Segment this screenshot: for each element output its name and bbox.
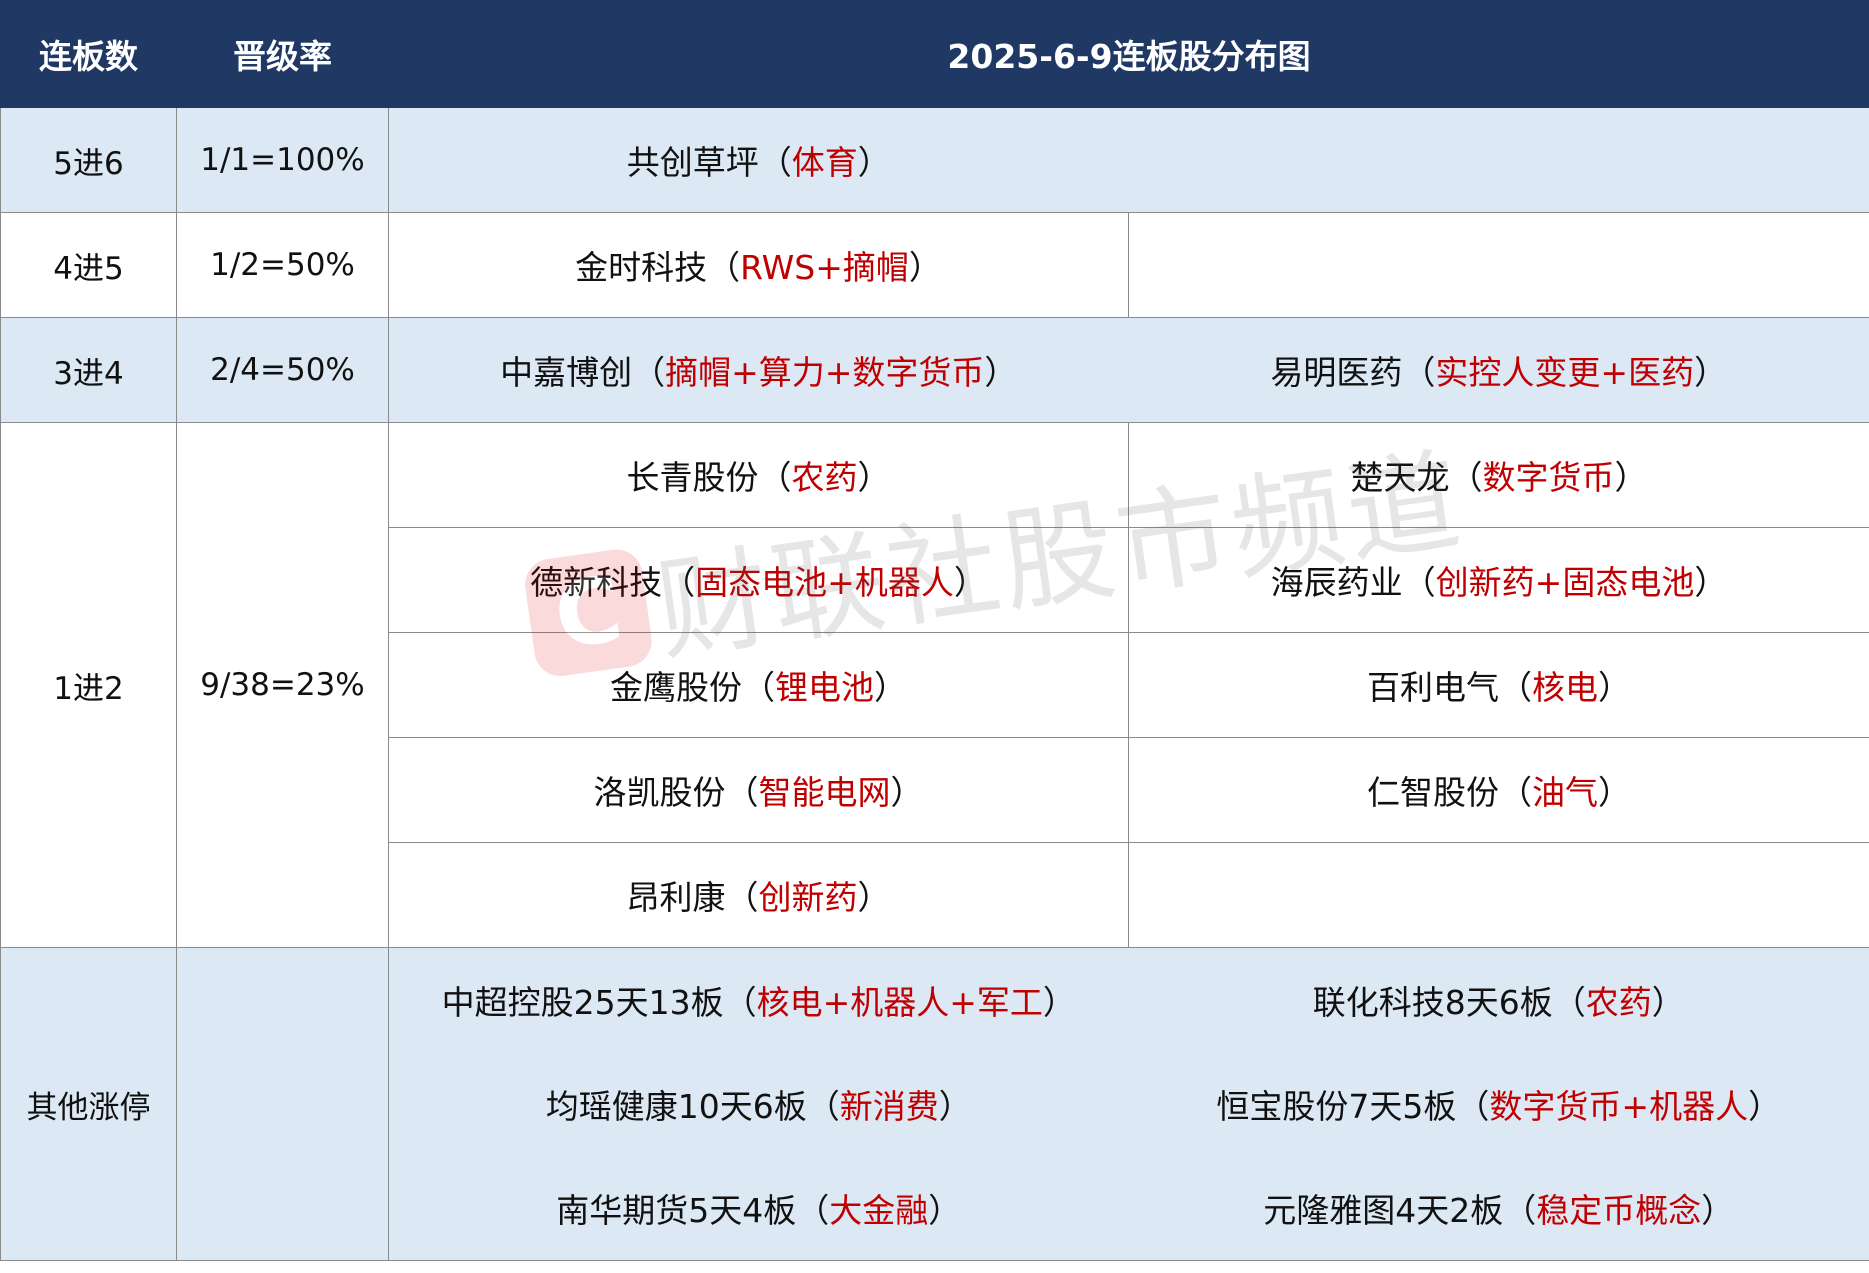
- stock-cell: 德新科技（固态电池+机器人）: [388, 527, 1129, 633]
- stock-theme: 稳定币概念: [1536, 1191, 1702, 1230]
- stock-cell: 联化科技8天6板（农药）: [1128, 947, 1869, 1052]
- limit-up-distribution-table: 连板数 晋级率 2025-6-9连板股分布图 5进6 1/1=100% 共创草坪…: [0, 0, 1869, 1261]
- stock-theme: 创新药: [758, 878, 858, 917]
- rate-cell: 2/4=50%: [176, 317, 389, 423]
- level-cell: 4进5: [0, 212, 177, 318]
- stock-name: 易明医药: [1270, 353, 1403, 392]
- stock-theme: 摘帽+算力+数字货币: [665, 353, 985, 392]
- level-cell: 其他涨停: [0, 947, 177, 1261]
- stock-cell: 楚天龙（数字货币）: [1127, 422, 1869, 528]
- stock-cell: 易明医药（实控人变更+医药）: [1128, 317, 1869, 423]
- header-rate: 晋级率: [176, 0, 389, 108]
- stock-theme: 农药: [1585, 983, 1652, 1022]
- stock-theme: 数字货币: [1482, 458, 1615, 497]
- stock-theme: 实控人变更+医药: [1435, 353, 1695, 392]
- level-cell: 1进2: [0, 422, 177, 948]
- stock-theme: 体育: [791, 143, 858, 182]
- row-3to4: 3进4 2/4=50% 中嘉博创（摘帽+算力+数字货币） 易明医药（实控人变更+…: [0, 317, 1869, 423]
- stock-name: 百利电气: [1367, 668, 1499, 707]
- stock-cell: 恒宝股份7天5板（数字货币+机器人）: [1128, 1052, 1869, 1156]
- stock-theme: 固态电池+机器人: [695, 563, 954, 602]
- stock-theme: 大金融: [829, 1191, 929, 1230]
- stock-theme: 核电: [1532, 668, 1598, 707]
- stock-name: 仁智股份: [1367, 773, 1499, 812]
- stock-theme: 智能电网: [758, 773, 891, 812]
- stock-name: 共创草坪: [626, 143, 759, 182]
- row-4to5: 4进5 1/2=50% 金时科技（RWS+摘帽）: [0, 212, 1869, 318]
- empty-cell: [1128, 107, 1869, 213]
- stock-cell: 金时科技（RWS+摘帽）: [388, 212, 1129, 318]
- stock-name: 恒宝股份7天5板: [1216, 1087, 1457, 1126]
- stock-cell: 元隆雅图4天2板（稳定币概念）: [1128, 1156, 1869, 1261]
- stock-name: 南华期货5天4板: [556, 1191, 797, 1230]
- rate-cell: [176, 947, 389, 1261]
- stock-cell: 金鹰股份（锂电池）: [388, 632, 1129, 738]
- level-cell: 3进4: [0, 317, 177, 423]
- rate-cell: 1/2=50%: [176, 212, 389, 318]
- stock-theme: 新消费: [839, 1087, 939, 1126]
- row-other: 其他涨停 中超控股25天13板（核电+机器人+军工） 联化科技8天6板（农药）: [0, 947, 1869, 1261]
- stock-name: 中嘉博创: [500, 353, 633, 392]
- stock-name: 金鹰股份: [610, 668, 742, 707]
- stock-theme: 数字货币+机器人: [1489, 1087, 1749, 1126]
- stock-theme: 创新药+固态电池: [1435, 563, 1695, 602]
- stock-name: 元隆雅图4天2板: [1263, 1191, 1504, 1230]
- stock-cell: 中超控股25天13板（核电+机器人+军工）: [388, 947, 1129, 1052]
- stock-name: 均瑶健康10天6板: [545, 1087, 807, 1126]
- stock-theme: 锂电池: [775, 668, 874, 707]
- stock-name: 中超控股25天13板: [441, 983, 724, 1022]
- stock-cell: 海辰药业（创新药+固态电池）: [1127, 527, 1869, 633]
- header-title: 2025-6-9连板股分布图: [387, 0, 1869, 108]
- stock-name: 昂利康: [626, 878, 726, 917]
- header-level: 连板数: [0, 0, 177, 108]
- stock-name: 金时科技: [575, 248, 708, 287]
- stock-name: 洛凯股份: [593, 773, 726, 812]
- empty-cell: [1127, 212, 1869, 318]
- stock-cell: 长青股份（农药）: [388, 422, 1129, 528]
- stock-cell: 共创草坪（体育）: [388, 107, 1129, 213]
- stock-cell: 百利电气（核电）: [1127, 632, 1869, 738]
- stock-cell: 昂利康（创新药）: [388, 842, 1129, 948]
- stock-cell: 南华期货5天4板（大金融）: [388, 1156, 1129, 1261]
- empty-cell: [1127, 842, 1869, 948]
- stock-name: 楚天龙: [1350, 458, 1450, 497]
- stock-cell: 中嘉博创（摘帽+算力+数字货币）: [388, 317, 1129, 423]
- stock-cell: 均瑶健康10天6板（新消费）: [388, 1052, 1129, 1156]
- stock-name: 联化科技8天6板: [1312, 983, 1553, 1022]
- level-cell: 5进6: [0, 107, 177, 213]
- stock-cell: 洛凯股份（智能电网）: [388, 737, 1129, 843]
- stock-theme: RWS+摘帽: [740, 248, 909, 287]
- stock-name: 德新科技: [530, 563, 663, 602]
- stock-name: 海辰药业: [1270, 563, 1403, 602]
- rate-cell: 9/38=23%: [176, 422, 389, 948]
- stock-theme: 油气: [1532, 773, 1598, 812]
- header-row: 连板数 晋级率 2025-6-9连板股分布图: [0, 0, 1869, 108]
- stock-theme: 核电+机器人+军工: [756, 983, 1043, 1022]
- row-5to6: 5进6 1/1=100% 共创草坪（体育）: [0, 107, 1869, 213]
- stock-cell: 仁智股份（油气）: [1127, 737, 1869, 843]
- stock-theme: 农药: [791, 458, 858, 497]
- stock-name: 长青股份: [626, 458, 759, 497]
- rate-cell: 1/1=100%: [176, 107, 389, 213]
- row-1to2: 1进2 9/38=23% 长青股份（农药） 楚天龙（数字货币）: [0, 422, 1869, 948]
